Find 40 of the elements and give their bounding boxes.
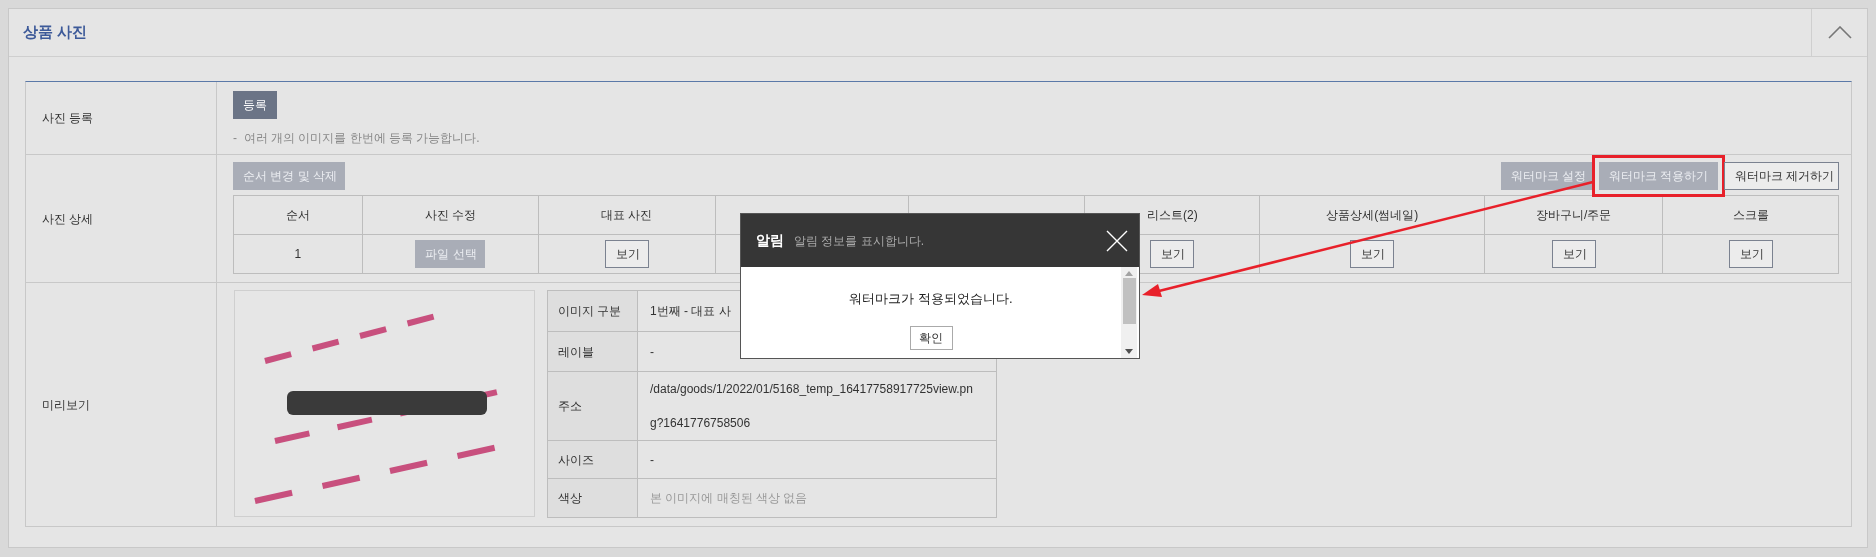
column-header: 상품상세(썸네일) — [1326, 207, 1419, 224]
view-button[interactable]: 보기 — [1150, 240, 1195, 268]
column-header: 대표 사진 — [601, 207, 653, 224]
close-button[interactable] — [1105, 228, 1129, 253]
watermark-button[interactable]: 워터마크 제거하기 — [1724, 162, 1839, 190]
info-value: - — [650, 343, 654, 361]
view-button[interactable]: 보기 — [1728, 240, 1773, 268]
column-header: 사진 수정 — [424, 207, 477, 224]
row-label: 사진 상세 — [42, 210, 94, 228]
view-button[interactable]: 보기 — [1551, 240, 1596, 268]
table-cell-text: 1 — [294, 246, 302, 263]
info-label: 사이즈 — [558, 451, 594, 469]
scroll-up-icon[interactable] — [1125, 271, 1133, 276]
info-label: 이미지 구분 — [558, 303, 622, 320]
dialog-subtitle: 알림 정보를 표시합니다. — [794, 232, 925, 250]
register-button[interactable]: 등록 — [233, 91, 277, 119]
info-label: 레이블 — [558, 343, 594, 361]
close-icon — [1106, 229, 1128, 252]
row-label: 미리보기 — [42, 396, 90, 414]
confirm-button[interactable]: 확인 — [909, 325, 953, 350]
info-value: - — [650, 451, 654, 469]
info-value: /data/goods/1/2022/01/5168_temp_16417758917725view.png?1641776758506 — [650, 381, 974, 432]
info-value: 1번째 - 대표 사 — [650, 303, 731, 320]
dialog-title: 알림 — [756, 231, 784, 250]
row-label: 사진 등록 — [42, 110, 94, 127]
info-value: 본 이미지에 매칭된 색상 없음 — [650, 490, 808, 507]
help-text: - 여러 개의 이미지를 한번에 등록 가능합니다. — [233, 130, 480, 147]
scroll-down-icon[interactable] — [1125, 349, 1133, 354]
info-label: 주소 — [558, 398, 582, 415]
view-button[interactable]: 보기 — [604, 240, 649, 268]
panel-title: 상품 사진 — [22, 22, 88, 43]
chevron-up-icon — [1827, 26, 1852, 39]
info-label: 색상 — [558, 490, 582, 507]
scrollbar[interactable] — [1121, 267, 1137, 358]
column-header: 순서 — [285, 207, 310, 224]
column-header: 스크롤 — [1732, 207, 1769, 224]
view-button[interactable]: 보기 — [1350, 240, 1395, 268]
column-header: 장바구니/주문 — [1536, 207, 1612, 224]
column-header: 리스트(2) — [1147, 207, 1198, 224]
dialog-message: 워터마크가 적용되었습니다. — [849, 290, 1013, 308]
